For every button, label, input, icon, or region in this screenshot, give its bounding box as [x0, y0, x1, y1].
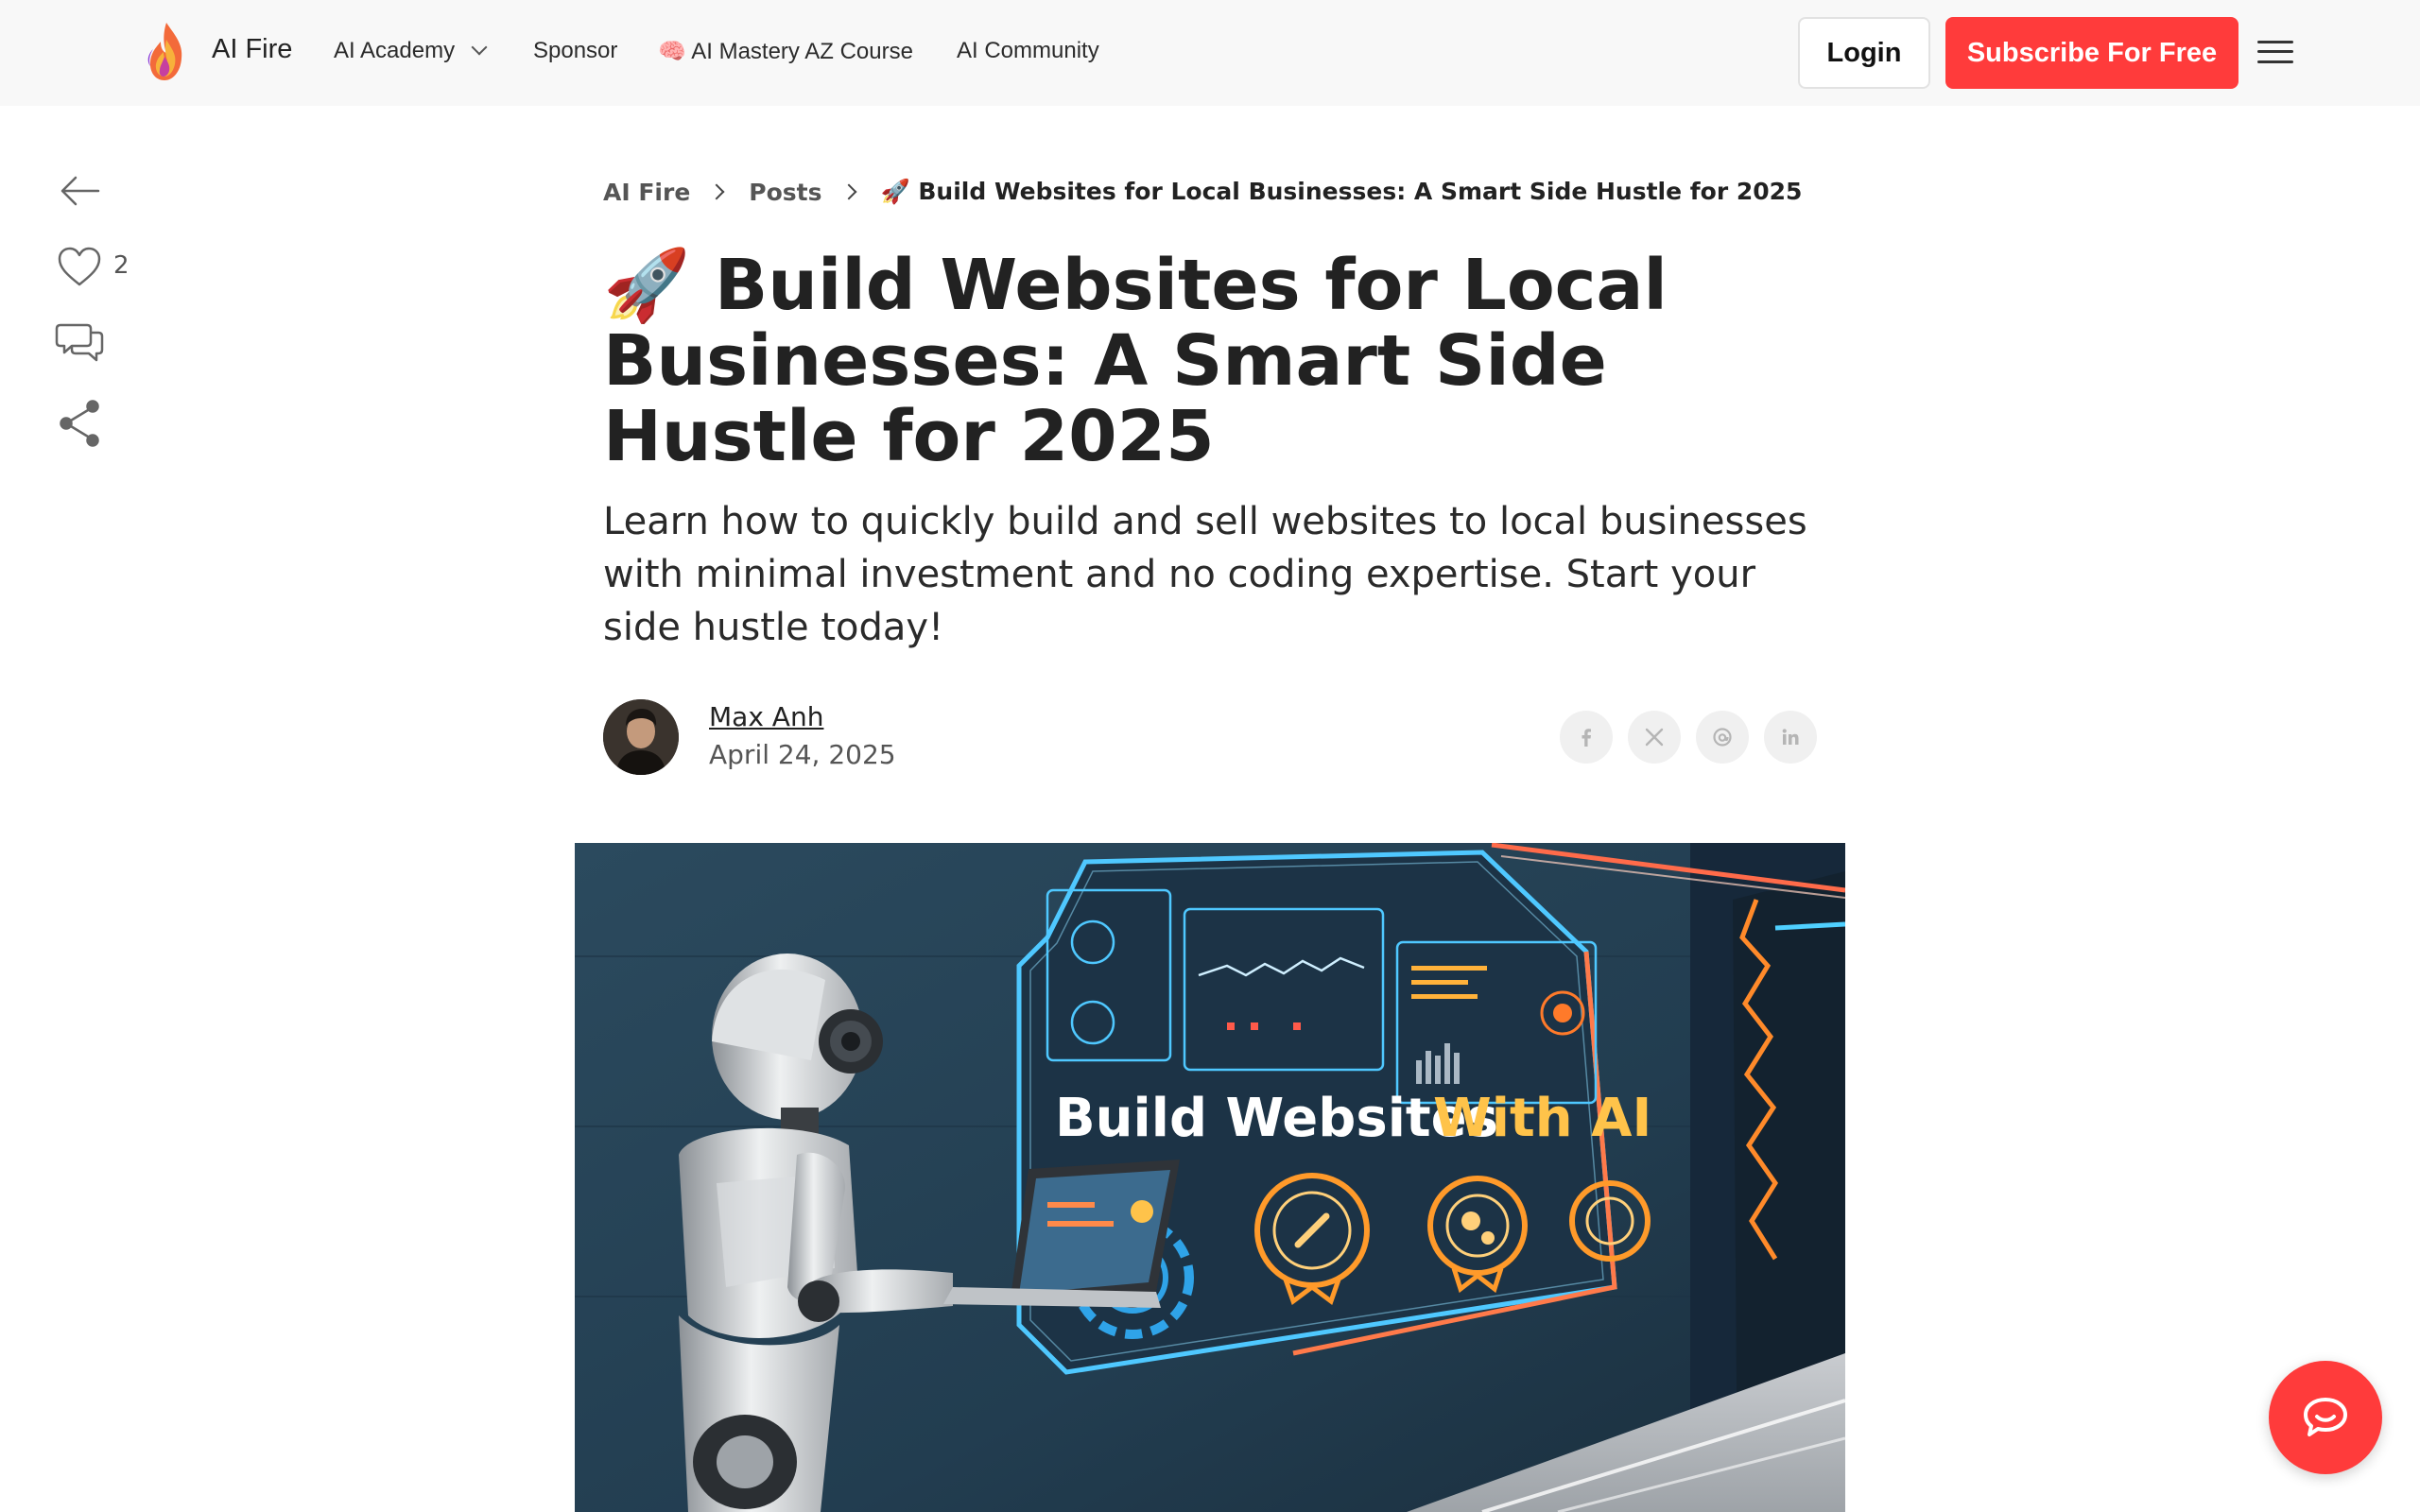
breadcrumb-posts[interactable]: Posts — [749, 179, 821, 206]
login-button[interactable]: Login — [1798, 17, 1930, 89]
comment-icon[interactable] — [55, 319, 104, 369]
heart-icon[interactable] — [55, 242, 104, 291]
nav-ai-academy-label: AI Academy — [334, 38, 456, 63]
nav-ai-academy[interactable]: AI Academy — [334, 38, 488, 64]
x-icon[interactable] — [1628, 711, 1681, 764]
chat-icon — [2304, 1398, 2347, 1436]
hero-text-part1: Build Websites — [1055, 1088, 1498, 1149]
like-count: 2 — [113, 251, 130, 280]
chevron-right-icon — [708, 183, 725, 200]
hero-text-part2: With AI — [1433, 1088, 1651, 1149]
menu-icon[interactable] — [2257, 38, 2293, 66]
facebook-icon[interactable] — [1560, 711, 1613, 764]
threads-icon[interactable] — [1696, 711, 1749, 764]
post-date: April 24, 2025 — [709, 739, 896, 770]
top-navigation-bar: AI Fire AI Academy Sponsor 🧠 AI Mastery … — [0, 0, 2420, 106]
author-avatar[interactable] — [603, 699, 679, 775]
nav-sponsor[interactable]: Sponsor — [533, 38, 617, 64]
subscribe-button[interactable]: Subscribe For Free — [1945, 17, 2238, 89]
nav-ai-community[interactable]: AI Community — [957, 38, 1099, 64]
chevron-down-icon — [471, 39, 488, 56]
back-arrow-icon[interactable] — [55, 166, 104, 215]
author-name-link[interactable]: Max Anh — [709, 701, 823, 732]
chat-button[interactable] — [2269, 1361, 2382, 1474]
linkedin-icon[interactable] — [1764, 711, 1817, 764]
breadcrumb-home[interactable]: AI Fire — [603, 179, 690, 206]
brand-name[interactable]: AI Fire — [212, 34, 292, 65]
article-subtitle: Learn how to quickly build and sell webs… — [603, 500, 1807, 649]
hero-image: Build Websites With AI — [575, 843, 1845, 1512]
breadcrumb: AI Fire Posts 🚀 Build Websites for Local… — [603, 178, 1802, 206]
ai-fire-logo-icon[interactable] — [146, 21, 187, 83]
nav-ai-mastery-course[interactable]: 🧠 AI Mastery AZ Course — [658, 38, 913, 65]
chevron-right-icon — [840, 183, 857, 200]
article-title: 🚀 Build Websites for Local Businesses: A… — [603, 245, 1668, 477]
share-icon[interactable] — [55, 399, 104, 448]
breadcrumb-current: 🚀 Build Websites for Local Businesses: A… — [880, 178, 1803, 205]
